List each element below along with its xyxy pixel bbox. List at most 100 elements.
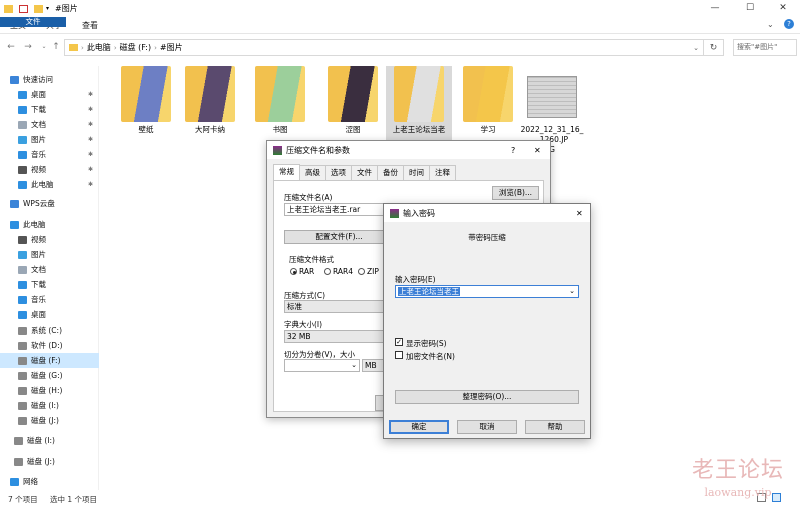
tab-files[interactable]: 文件 [351,165,378,180]
folder-item[interactable]: 涩图 [320,66,386,142]
folder-icon [328,66,378,122]
minimize-button[interactable]: — [698,0,732,17]
sidebar-item[interactable]: 图片 ✱ [0,132,99,147]
folder-item[interactable]: 上老王论坛当老 [386,66,452,142]
maximize-button[interactable]: ☐ [733,0,767,17]
tab-general[interactable]: 常规 [273,164,300,180]
sidebar-item[interactable]: 下载 ✱ [0,102,99,117]
properties-icon[interactable] [19,4,28,13]
sidebar-item[interactable]: 文档 ✱ [0,117,99,132]
sidebar-item[interactable]: 音乐 ✱ [0,147,99,162]
address-dropdown-icon[interactable]: ⌄ [693,44,699,52]
profiles-button[interactable]: 配置文件(F)... [284,230,394,244]
help-icon[interactable]: ? [511,146,515,155]
sidebar-item[interactable]: 快速访问 [0,72,99,87]
password-input[interactable]: 上老王论坛当老王 ⌄ [395,285,579,298]
archive-format-label: 压缩文件格式 [289,255,334,264]
search-input[interactable]: 搜索"#图片" [733,39,797,56]
tab-view[interactable]: 查看 [72,17,108,33]
quick-access-dropdown-icon[interactable]: ▾ [46,5,49,12]
split-unit-select[interactable]: MB [362,359,384,372]
sidebar-item-label: 视频 [31,165,46,174]
show-password-label: 显示密码(S) [406,339,447,348]
enter-password-dialog: 输入密码 ✕ 带密码压缩 输入密码(E) 上老王论坛当老王 ⌄ ✓ 显示密码(S… [383,203,591,439]
format-rar4-radio[interactable]: RAR4 [324,267,353,276]
back-button[interactable]: ← [5,40,17,54]
tab-advanced[interactable]: 高级 [299,165,326,180]
sidebar-item[interactable]: 此电脑 [0,217,99,232]
folder-icon [463,66,513,122]
sidebar-item[interactable]: 下载 [0,277,99,292]
cancel-button[interactable]: 取消 [457,420,517,434]
sidebar-item[interactable]: 软件 (D:) [0,338,99,353]
folder-item[interactable]: 书图 [247,66,313,142]
ok-button[interactable]: 确定 [389,420,449,434]
sidebar-item[interactable]: 磁盘 (H:) [0,383,99,398]
show-password-checkbox[interactable]: ✓ [395,338,403,346]
up-button[interactable]: ↑ [50,40,62,54]
split-size-input[interactable]: ⌄ [284,359,360,372]
close-button[interactable]: ✕ [766,0,800,17]
folder-item[interactable]: 大阿卡纳 [177,66,243,142]
status-bar: 7 个项目 选中 1 个项目 [0,490,800,508]
sidebar-item-label: 此电脑 [31,180,54,189]
ribbon-expand-icon[interactable]: ⌄ [767,20,774,29]
cloud-icon [10,199,19,208]
format-rar4-label: RAR4 [333,267,354,276]
tab-time[interactable]: 时间 [403,165,430,180]
dictionary-size-select[interactable]: 32 MB [284,330,384,343]
help-button[interactable]: 帮助 [525,420,585,434]
sidebar-item[interactable]: 视频 ✱ [0,162,99,177]
dropdown-icon[interactable]: ⌄ [569,286,575,297]
folder-item[interactable]: 壁纸 [113,66,179,142]
breadcrumb-drive-f[interactable]: 磁盘 (F:) [120,42,151,53]
compression-method-select[interactable]: 标准 [284,300,384,313]
close-icon[interactable]: ✕ [534,146,541,155]
tab-comment[interactable]: 注释 [429,165,456,180]
tab-file[interactable]: 文件 [0,17,66,27]
format-rar-radio[interactable]: RAR [290,267,314,276]
recent-locations-icon[interactable]: ⌄ [38,40,50,54]
pin-icon: ✱ [87,91,93,98]
tab-options[interactable]: 选项 [325,165,352,180]
radio-icon [290,268,297,275]
video-icon [18,235,27,244]
sidebar-item[interactable]: 磁盘 (I:) [0,433,99,448]
folder-item[interactable]: 学习 [455,66,521,142]
organize-passwords-button[interactable]: 整理密码(O)... [395,390,579,404]
breadcrumb-this-pc[interactable]: 此电脑 [87,42,111,53]
sidebar-item[interactable]: 视频 [0,232,99,247]
address-bar[interactable]: › 此电脑 › 磁盘 (F:) › #图片 ⌄ [64,39,704,56]
breadcrumb-pictures[interactable]: #图片 [160,42,183,53]
new-folder-icon[interactable] [34,4,43,13]
help-icon[interactable]: ? [784,19,794,29]
drive-icon [18,371,27,380]
close-icon[interactable]: ✕ [576,209,583,218]
format-zip-radio[interactable]: ZIP [358,267,379,276]
sidebar-item[interactable]: 磁盘 (F:) [0,353,99,368]
star-icon [10,75,19,84]
sidebar-item[interactable]: 桌面 ✱ [0,87,99,102]
refresh-button[interactable]: ↻ [704,39,724,56]
sidebar-item[interactable]: 系统 (C:) [0,323,99,338]
sidebar-item[interactable]: 磁盘 (J:) [0,454,99,469]
breadcrumb-separator: › [113,43,117,52]
window-title-bar: ▾ #图片 — ☐ ✕ [0,0,800,17]
sidebar-item[interactable]: 磁盘 (G:) [0,368,99,383]
sidebar-item[interactable]: 网络 [0,474,99,489]
sidebar-item-label: WPS云盘 [23,199,55,208]
browse-button[interactable]: 浏览(B)... [492,186,539,200]
sidebar-item-label: 快速访问 [23,75,53,84]
sidebar-item[interactable]: 文档 [0,262,99,277]
sidebar-item[interactable]: 图片 [0,247,99,262]
forward-button[interactable]: → [22,40,34,54]
sidebar-item[interactable]: 音乐 [0,292,99,307]
sidebar-item[interactable]: 磁盘 (J:) [0,413,99,428]
sidebar-item[interactable]: 桌面 [0,307,99,322]
sidebar-item[interactable]: WPS云盘 [0,196,99,211]
sidebar-item[interactable]: 此电脑 ✱ [0,177,99,192]
encrypt-filenames-checkbox[interactable] [395,351,403,359]
tab-backup[interactable]: 备份 [377,165,404,180]
sidebar-item-label: 系统 (C:) [31,326,62,335]
sidebar-item[interactable]: 磁盘 (I:) [0,398,99,413]
